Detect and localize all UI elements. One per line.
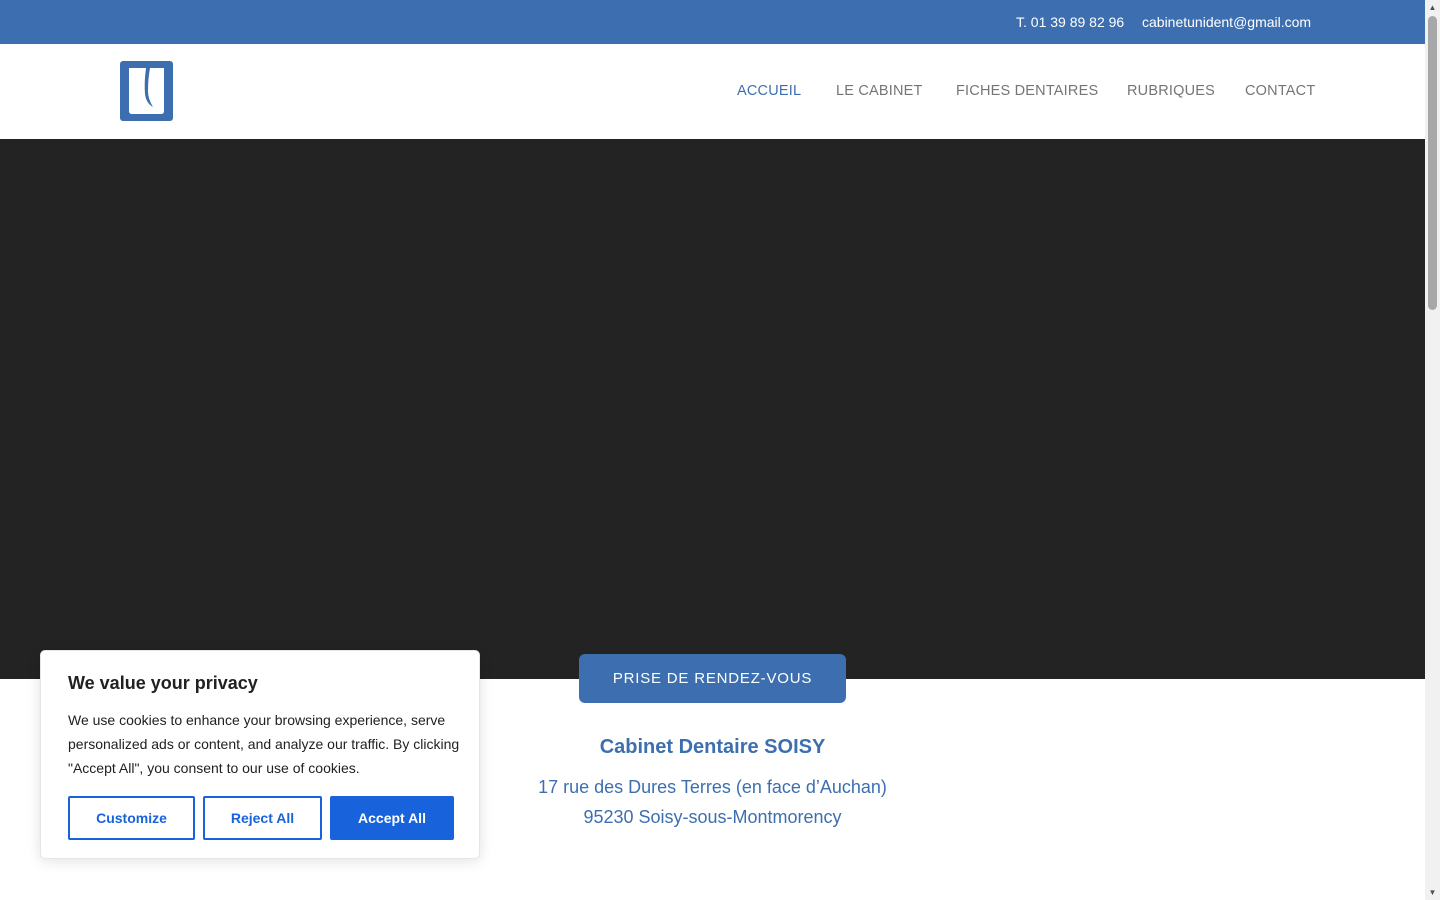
nav-item-fiches-dentaires[interactable]: FICHES DENTAIRES: [956, 83, 1098, 99]
cookie-consent-banner: We value your privacy We use cookies to …: [40, 650, 480, 859]
scroll-up-arrow-icon[interactable]: ▲: [1425, 0, 1440, 15]
cookie-banner-title: We value your privacy: [68, 673, 258, 693]
main-navigation: ACCUEIL LE CABINET FICHES DENTAIRES RUBR…: [0, 83, 1425, 103]
hero-video-area: [0, 139, 1425, 679]
page: T. 01 39 89 82 96 cabinetunident@gmail.c…: [0, 0, 1425, 900]
phone-number[interactable]: T. 01 39 89 82 96: [1016, 14, 1124, 30]
nav-item-accueil[interactable]: ACCUEIL: [737, 83, 801, 99]
nav-item-contact[interactable]: CONTACT: [1245, 83, 1315, 99]
cookie-banner-text: We use cookies to enhance your browsing …: [68, 712, 460, 776]
accept-all-button[interactable]: Accept All: [330, 796, 454, 840]
top-contact-bar: T. 01 39 89 82 96 cabinetunident@gmail.c…: [0, 0, 1425, 44]
appointment-button[interactable]: PRISE DE RENDEZ-VOUS: [579, 654, 846, 703]
scroll-down-arrow-icon[interactable]: ▼: [1425, 885, 1440, 900]
scrollbar-thumb[interactable]: [1428, 16, 1437, 310]
site-header: ACCUEIL LE CABINET FICHES DENTAIRES RUBR…: [0, 44, 1425, 139]
customize-button[interactable]: Customize: [68, 796, 195, 840]
reject-all-button[interactable]: Reject All: [203, 796, 322, 840]
nav-item-le-cabinet[interactable]: LE CABINET: [836, 83, 923, 99]
nav-item-rubriques[interactable]: RUBRIQUES: [1127, 83, 1215, 99]
email-link[interactable]: cabinetunident@gmail.com: [1142, 14, 1311, 30]
vertical-scrollbar[interactable]: ▲ ▼: [1425, 0, 1440, 900]
